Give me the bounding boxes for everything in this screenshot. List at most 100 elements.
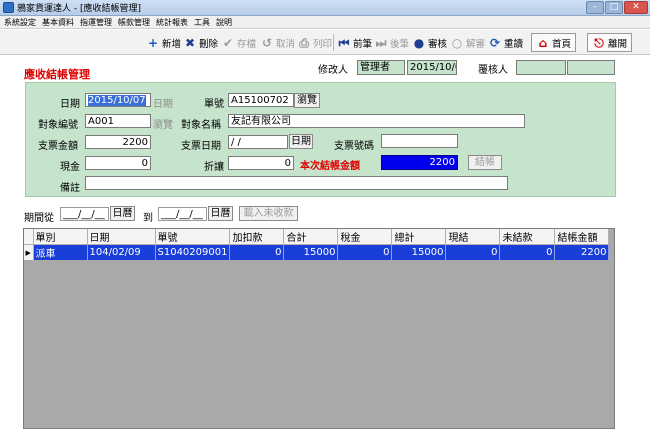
refresh-button[interactable]: ⟳ 重讀 <box>488 33 523 52</box>
remark-field[interactable] <box>85 176 508 190</box>
menu-reports[interactable]: 統計報表 <box>156 17 188 28</box>
date-field[interactable]: 2015/10/07 <box>85 93 151 107</box>
close-icon[interactable]: ✕ <box>624 1 648 14</box>
discount-label: 折讓 <box>204 162 224 173</box>
order-no-field[interactable]: A15100702 <box>228 93 294 107</box>
period-from-calendar-button[interactable]: 日曆 <box>110 206 135 221</box>
party-code-field[interactable]: A001 <box>85 114 151 128</box>
maximize-icon[interactable]: □ <box>605 1 623 14</box>
cancel-button[interactable]: ↺ 取消 <box>260 33 295 52</box>
unreview-label: 解審 <box>466 38 486 50</box>
load-unpaid-button[interactable]: 載入未收款 <box>239 206 298 221</box>
invoice-grid: 單別 日期 單號 加扣款 合計 稅金 總計 現結 未結款 結帳金額 ▶ 派車 1… <box>23 228 615 429</box>
menu-basic-data[interactable]: 基本資料 <box>42 17 74 28</box>
cheque-date-button[interactable]: 日期 <box>289 134 313 149</box>
next-record-button[interactable]: ⏭ 後筆 <box>374 33 409 52</box>
cancel-label: 取消 <box>276 38 296 50</box>
col-header-subtotal[interactable]: 合計 <box>283 229 339 245</box>
refresh-icon: ⟳ <box>489 35 501 50</box>
settle-button[interactable]: 結帳 <box>468 155 502 170</box>
save-label: 存檔 <box>237 38 257 50</box>
cell-subtotal[interactable]: 15000 <box>283 244 339 260</box>
discount-field[interactable]: 0 <box>228 156 294 170</box>
table-row[interactable]: ▶ 派車 104/02/09 S1040209001 0 15000 0 150… <box>24 244 610 260</box>
col-header-tax[interactable]: 稅金 <box>337 229 393 245</box>
cell-cash-settled[interactable]: 0 <box>445 244 501 260</box>
cash-field[interactable]: 0 <box>85 156 151 170</box>
minimize-icon[interactable]: – <box>586 1 604 14</box>
cheque-no-label: 支票號碼 <box>334 141 374 152</box>
prev-record-button[interactable]: ⏮ 前筆 <box>337 33 372 52</box>
exit-button[interactable]: ⎋ 離開 <box>587 33 633 52</box>
toolbar: + 新增 ✖ 刪除 ✔ 存檔 ↺ 取消 ⎙ 列印 ⏮ 前筆 ⏭ 後筆 ● 審核 … <box>0 30 650 55</box>
col-header-date[interactable]: 日期 <box>87 229 156 245</box>
grid-header-row: 單別 日期 單號 加扣款 合計 稅金 總計 現結 未結款 結帳金額 <box>24 229 610 245</box>
period-to-calendar-button[interactable]: 日曆 <box>208 206 233 221</box>
cell-adjustment[interactable]: 0 <box>229 244 285 260</box>
print-label: 列印 <box>313 38 333 50</box>
new-button[interactable]: + 新增 <box>146 33 181 52</box>
period-from-field[interactable]: ___/__/__ <box>60 207 109 221</box>
party-browse-button[interactable]: 瀏覽 <box>153 116 173 131</box>
period-from-label: 期間從 <box>24 213 54 224</box>
check-icon: ✔ <box>222 35 234 50</box>
plus-icon: + <box>147 35 159 50</box>
cell-settle-amount[interactable]: 2200 <box>554 244 610 260</box>
period-to-field[interactable]: ___/__/__ <box>158 207 207 221</box>
exit-label: 離開 <box>608 38 628 50</box>
cheque-date-field[interactable]: / / <box>228 135 288 149</box>
col-header-type[interactable]: 單別 <box>33 229 88 245</box>
cash-label: 現金 <box>60 162 80 173</box>
col-header-total[interactable]: 總計 <box>391 229 447 245</box>
menu-dispatch[interactable]: 指運管理 <box>80 17 112 28</box>
col-header-order-no[interactable]: 單號 <box>155 229 231 245</box>
cell-unsettled[interactable]: 0 <box>499 244 556 260</box>
row-indicator-header <box>24 229 34 245</box>
menu-system-settings[interactable]: 系統設定 <box>4 17 36 28</box>
home-button[interactable]: ⌂ 首頁 <box>531 33 577 52</box>
unreview-button[interactable]: ○ 解審 <box>450 33 485 52</box>
prev-label: 前筆 <box>353 38 373 50</box>
save-button[interactable]: ✔ 存檔 <box>221 33 256 52</box>
cell-total[interactable]: 15000 <box>391 244 447 260</box>
review-button[interactable]: ● 審核 <box>412 33 447 52</box>
col-header-unsettled[interactable]: 未結款 <box>499 229 556 245</box>
page-title: 應收結帳管理 <box>24 68 90 81</box>
cheque-no-field[interactable] <box>381 134 458 148</box>
print-button[interactable]: ⎙ 列印 <box>297 33 332 52</box>
cell-tax[interactable]: 0 <box>337 244 393 260</box>
menu-help[interactable]: 說明 <box>216 17 232 28</box>
order-no-label: 單號 <box>204 99 224 110</box>
settle-amount-field[interactable]: 2200 <box>381 155 458 170</box>
next-label: 後筆 <box>390 38 410 50</box>
cheque-amount-field[interactable]: 2200 <box>85 135 151 149</box>
cell-type[interactable]: 派車 <box>33 244 88 260</box>
cell-order-no[interactable]: S1040209001 <box>155 244 231 260</box>
col-header-settle-amount[interactable]: 結帳金額 <box>554 229 610 245</box>
app-icon <box>3 2 14 13</box>
col-header-cash-settled[interactable]: 現結 <box>445 229 501 245</box>
col-header-adjustment[interactable]: 加扣款 <box>229 229 285 245</box>
reviewer-date-field <box>567 60 615 75</box>
modifier-label: 修改人 <box>318 65 348 76</box>
lock-icon: ● <box>413 35 425 50</box>
party-code-label: 對象編號 <box>38 120 78 131</box>
menu-tools[interactable]: 工具 <box>194 17 210 28</box>
undo-icon: ↺ <box>261 35 273 50</box>
date-label: 日期 <box>60 99 80 110</box>
party-name-field[interactable]: 友記有限公司 <box>228 114 525 128</box>
modifier-field: 管理者 <box>357 60 405 75</box>
title-bar: 鴉家貨運達人 - [應收結帳管理] – □ ✕ <box>0 0 650 16</box>
date-button[interactable]: 日期 <box>153 95 173 110</box>
delete-button[interactable]: ✖ 刪除 <box>183 33 218 52</box>
reviewer-label: 覆核人 <box>478 65 508 76</box>
unlock-icon: ○ <box>451 35 463 50</box>
remark-label: 備註 <box>60 183 80 194</box>
cell-date[interactable]: 104/02/09 <box>87 244 156 260</box>
window-title: 鴉家貨運達人 - [應收結帳管理] <box>17 4 141 14</box>
browse-button[interactable]: 瀏覽 <box>294 93 320 108</box>
menu-accounts[interactable]: 帳款管理 <box>118 17 150 28</box>
period-to-label: 到 <box>143 213 153 224</box>
refresh-label: 重讀 <box>504 38 524 50</box>
toolbar-separator <box>333 34 334 51</box>
